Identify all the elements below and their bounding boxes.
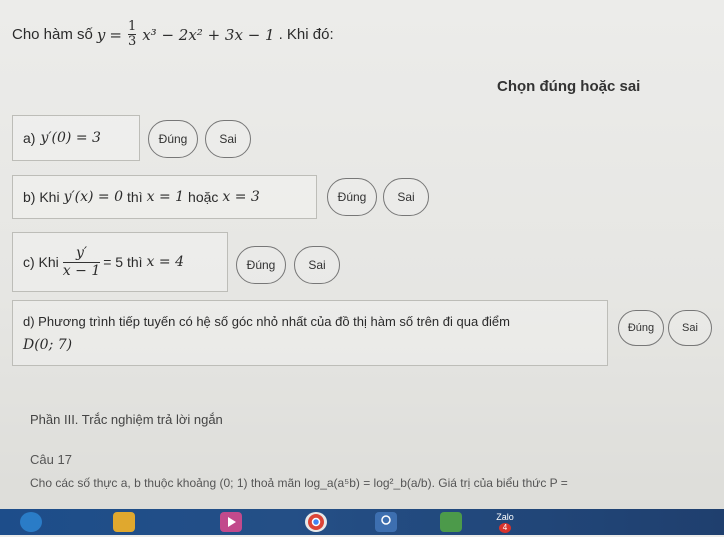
statement-d-point: D(0; 7) xyxy=(23,336,73,353)
chrome-icon[interactable] xyxy=(305,512,327,532)
statement-c-false-button[interactable]: Sai xyxy=(294,246,340,284)
statement-d-true-button[interactable]: Đúng xyxy=(618,310,664,346)
function-y: y xyxy=(96,25,106,44)
fraction-one-third: 1 3 xyxy=(127,19,137,49)
part3-heading: Phần III. Trắc nghiệm trả lời ngắn xyxy=(30,412,223,427)
statement-b-math2: x = 1 xyxy=(146,189,185,205)
statement-a: a) y′(0) = 3 xyxy=(12,115,140,161)
question-17-label: Câu 17 xyxy=(30,452,72,467)
statement-c-numerator: y′ xyxy=(75,244,88,261)
statement-c-math: x = 4 xyxy=(146,254,184,270)
statement-b-or: hoặc xyxy=(188,189,219,205)
statement-a-true-button[interactable]: Đúng xyxy=(148,120,198,158)
photos-icon[interactable] xyxy=(375,512,397,532)
file-explorer-icon[interactable] xyxy=(113,512,135,532)
equals-sign: = xyxy=(109,25,122,44)
statement-c-label: c) Khi xyxy=(23,254,59,270)
edge-icon[interactable] xyxy=(20,512,42,532)
statement-b-false-button[interactable]: Sai xyxy=(383,178,429,216)
zalo-label: Zalo xyxy=(496,512,514,522)
statement-c: c) Khi y′ x − 1 = 5 thì x = 4 xyxy=(12,232,228,292)
statement-a-label: a) xyxy=(23,130,36,146)
statement-d-false-button[interactable]: Sai xyxy=(668,310,712,346)
zalo-badge: 4 xyxy=(499,523,511,533)
statement-c-denominator: x − 1 xyxy=(62,262,101,279)
fraction-denominator: 3 xyxy=(127,34,137,49)
statement-c-true-button[interactable]: Đúng xyxy=(236,246,286,284)
statement-b-math3: x = 3 xyxy=(222,189,260,205)
statement-b-mid: thì xyxy=(127,189,143,205)
statement-c-eq: = 5 thì xyxy=(103,254,143,270)
statement-b-label: b) Khi xyxy=(23,189,60,205)
statement-b: b) Khi y′(x) = 0 thì x = 1 hoặc x = 3 xyxy=(12,175,317,219)
photos-2-icon[interactable] xyxy=(440,512,462,532)
statement-d: d) Phương trình tiếp tuyến có hệ số góc … xyxy=(12,300,608,366)
function-expression: x³ − 2x² + 3x − 1 xyxy=(142,25,275,44)
statement-a-false-button[interactable]: Sai xyxy=(205,120,251,158)
question-17-text: Cho các số thực a, b thuộc khoảng (0; 1)… xyxy=(30,476,568,490)
statement-b-math1: y′(x) = 0 xyxy=(63,189,124,205)
question-title: Cho hàm số y = 1 3 x³ − 2x² + 3x − 1 . K… xyxy=(12,20,334,49)
question-prefix: Cho hàm số xyxy=(12,26,93,43)
fraction-numerator: 1 xyxy=(127,19,137,34)
question-suffix: . Khi đó: xyxy=(278,26,334,43)
zalo-icon[interactable]: Zalo 4 xyxy=(490,512,520,533)
statement-d-line1: d) Phương trình tiếp tuyến có hệ số góc … xyxy=(23,313,510,329)
section-label: Chọn đúng hoặc sai xyxy=(497,78,641,95)
statement-c-fraction: y′ x − 1 xyxy=(62,244,101,280)
statement-b-true-button[interactable]: Đúng xyxy=(327,178,377,216)
taskbar: Zalo 4 xyxy=(0,509,724,535)
statement-a-math: y′(0) = 3 xyxy=(40,130,101,146)
media-player-icon[interactable] xyxy=(220,512,242,532)
